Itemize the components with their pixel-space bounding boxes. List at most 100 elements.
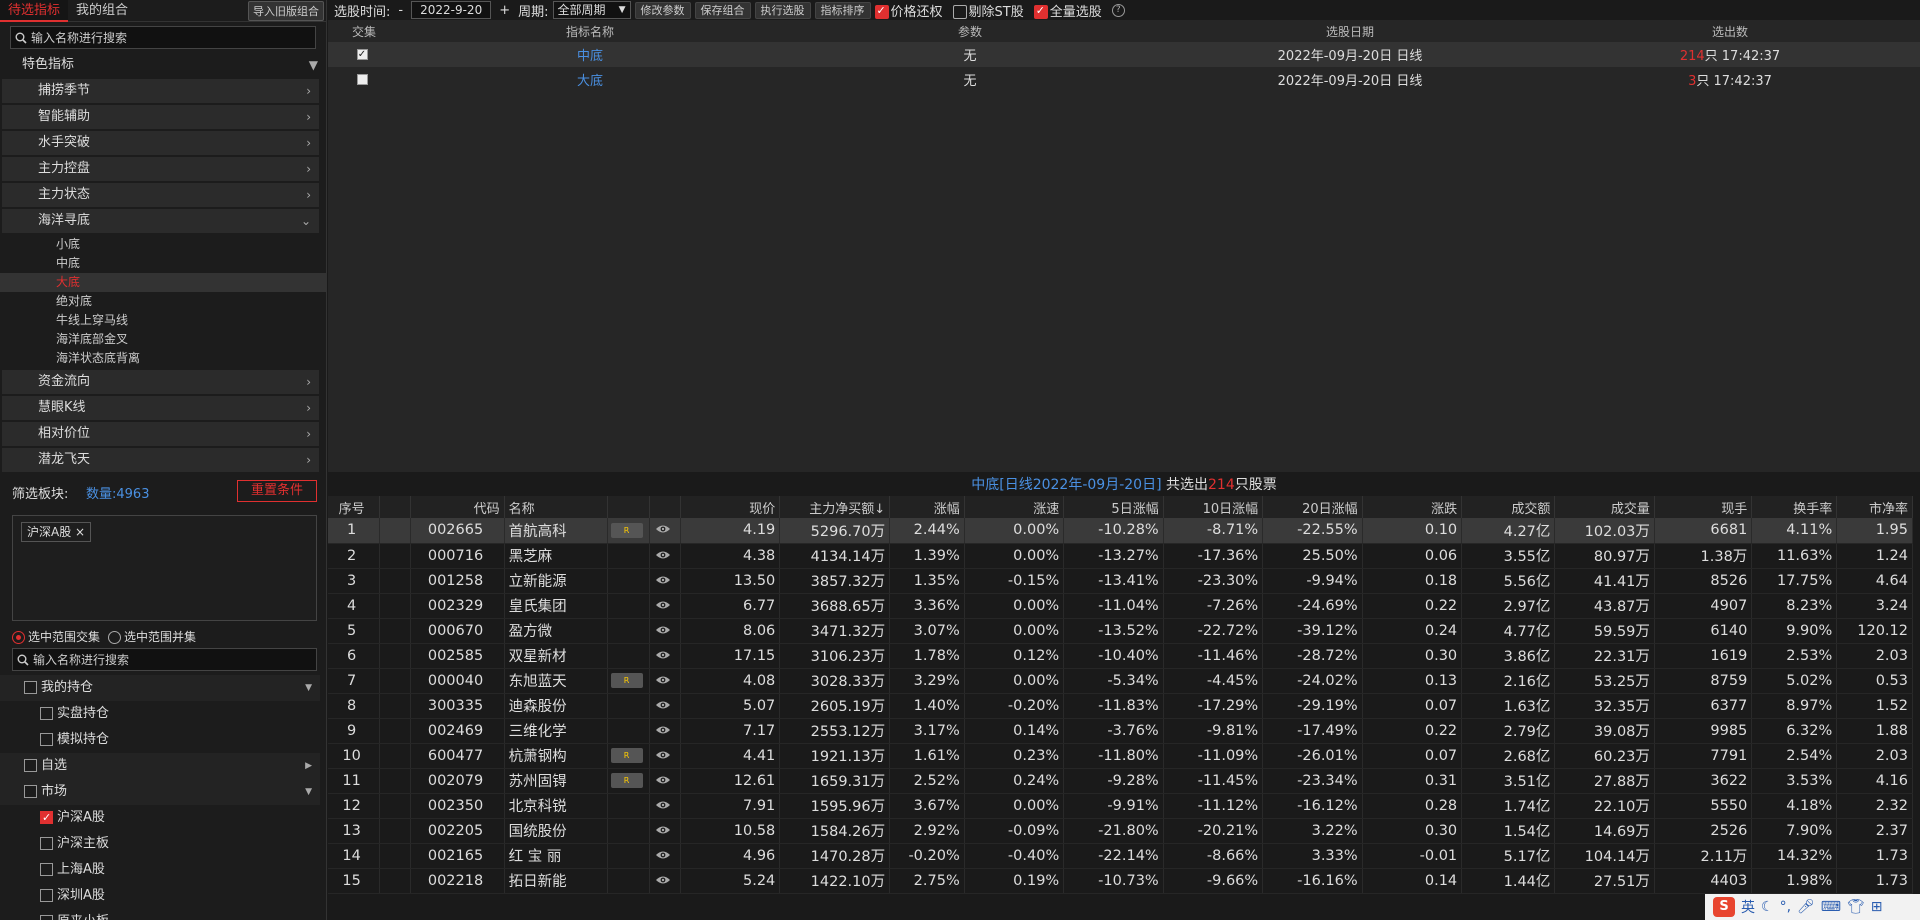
- stock-name[interactable]: 黑芝麻: [504, 543, 609, 569]
- col-header[interactable]: 指标名称: [400, 20, 780, 42]
- table-row[interactable]: 9 002469 三维化学 7.17 2553.12万 3.17% 0.14% -3.76% -…: [328, 718, 1913, 744]
- eye-icon[interactable]: [655, 623, 671, 639]
- checkbox-empty-icon[interactable]: [40, 889, 53, 902]
- tree-item[interactable]: 模拟持仓: [0, 727, 320, 753]
- date-minus-button[interactable]: -: [398, 3, 403, 18]
- checkbox-empty-icon[interactable]: [24, 785, 37, 798]
- table-row[interactable]: 13 002205 国统股份 10.58 1584.26万 2.92% -0.09% -21.…: [328, 818, 1913, 844]
- table-row[interactable]: 5 000670 盈方微 8.06 3471.32万 3.07% 0.00% -13.52% -…: [328, 618, 1913, 644]
- category-item[interactable]: 主力控盘 ›: [2, 157, 319, 181]
- col-header[interactable]: 涨速: [964, 496, 1065, 518]
- tree-item[interactable]: 市场 ▼: [0, 779, 320, 805]
- execute-pick-button[interactable]: 执行选股: [754, 1, 811, 19]
- table-row[interactable]: 15 002218 拓日新能 5.24 1422.10万 2.75% 0.19% -10.73…: [328, 868, 1913, 894]
- indicator-row[interactable]: 大底 无 2022年-09月-20日 日线 3只 17:42:37: [328, 67, 1920, 92]
- checkbox-empty-icon[interactable]: [40, 915, 53, 920]
- stock-name[interactable]: 红 宝 丽: [504, 843, 609, 869]
- table-row[interactable]: 1 002665 首航高科 R 4.19 5296.70万 2.44% 0.00% -10.28…: [328, 518, 1913, 544]
- table-row[interactable]: 14 002165 红 宝 丽 4.96 1470.28万 -0.20% -0.40% -22…: [328, 843, 1913, 869]
- moon-icon[interactable]: ☾: [1761, 899, 1774, 915]
- eye-icon[interactable]: [655, 548, 671, 564]
- indicator-row[interactable]: ✓ 中底无 2022年-09月-20日 日线 214只 17:42:37: [328, 42, 1920, 67]
- eye-icon[interactable]: [655, 573, 671, 589]
- stock-name[interactable]: 苏州固锝: [504, 768, 609, 794]
- indicator-subitem[interactable]: 海洋底部金叉: [0, 330, 326, 349]
- checkbox-empty-icon[interactable]: [356, 74, 368, 85]
- table-row[interactable]: 7 000040 东旭蓝天 R 4.08 3028.33万 3.29% 0.00% -5.34%…: [328, 668, 1913, 694]
- tree-item[interactable]: 沪深主板: [0, 831, 320, 857]
- sector-search-input[interactable]: 输入名称进行搜索: [12, 648, 317, 671]
- mic-icon[interactable]: 🎤︎: [1797, 899, 1815, 915]
- indicator-name[interactable]: 中底: [400, 42, 780, 67]
- punct-icon[interactable]: °,: [1780, 899, 1791, 915]
- skin-icon[interactable]: 👕︎: [1847, 899, 1865, 915]
- checkbox-empty-icon[interactable]: [40, 707, 53, 720]
- tab-pending-indicators[interactable]: 待选指标: [0, 0, 69, 22]
- stock-name[interactable]: 北京科锐: [504, 793, 609, 819]
- save-combo-button[interactable]: 保存组合: [694, 1, 751, 19]
- stock-name[interactable]: 杭萧钢构: [504, 743, 609, 769]
- sort-indicators-button[interactable]: 指标排序: [814, 1, 871, 19]
- col-header[interactable]: 20日涨幅: [1262, 496, 1363, 518]
- table-row[interactable]: 11 002079 苏州固锝 R 12.61 1659.31万 2.52% 0.24% -9.2…: [328, 768, 1913, 794]
- table-row[interactable]: 2 000716 黑芝麻 4.38 4134.14万 1.39% 0.00% -13.27% -…: [328, 543, 1913, 569]
- category-item[interactable]: 主力状态 ›: [2, 183, 319, 207]
- col-header[interactable]: 成交额: [1461, 496, 1556, 518]
- sogou-logo-icon[interactable]: S: [1713, 897, 1735, 917]
- full-pick-checkbox[interactable]: 全量选股: [1033, 1, 1102, 20]
- radio-intersect[interactable]: 选中范围交集: [12, 628, 100, 645]
- eye-icon[interactable]: [655, 723, 671, 739]
- grid-icon[interactable]: ⊞: [1871, 899, 1883, 915]
- indicator-search-input[interactable]: 输入名称进行搜索: [10, 26, 316, 49]
- col-header[interactable]: [607, 496, 650, 518]
- tree-item[interactable]: 原来小板: [0, 909, 320, 920]
- category-item[interactable]: 水手突破 ›: [2, 131, 319, 155]
- eye-icon[interactable]: [655, 698, 671, 714]
- col-header[interactable]: 10日涨幅: [1163, 496, 1264, 518]
- eye-icon[interactable]: [655, 598, 671, 614]
- category-item[interactable]: 海洋寻底 ⌄: [2, 209, 319, 233]
- col-header[interactable]: [379, 496, 412, 518]
- col-header[interactable]: 成交量: [1554, 496, 1655, 518]
- edit-params-button[interactable]: 修改参数: [634, 1, 691, 19]
- col-header[interactable]: 交集: [328, 20, 400, 42]
- stock-name[interactable]: 三维化学: [504, 718, 609, 744]
- checkbox-checked-icon[interactable]: ✓: [356, 49, 368, 60]
- category-item[interactable]: 智能辅助 ›: [2, 105, 319, 129]
- table-row[interactable]: 12 002350 北京科锐 7.91 1595.96万 3.67% 0.00% -9.91%…: [328, 793, 1913, 819]
- indicator-subitem[interactable]: 绝对底: [0, 292, 326, 311]
- table-row[interactable]: 10 600477 杭萧钢构 R 4.41 1921.13万 1.61% 0.23% -11.8…: [328, 743, 1913, 769]
- tree-item[interactable]: 我的持仓 ▼: [0, 675, 320, 701]
- tree-item[interactable]: 实盘持仓: [0, 701, 320, 727]
- col-header[interactable]: 名称: [504, 496, 609, 518]
- col-header[interactable]: 涨幅: [889, 496, 965, 518]
- indicator-name[interactable]: 大底: [400, 67, 780, 92]
- price-adjust-checkbox[interactable]: 价格还权: [874, 1, 943, 20]
- table-row[interactable]: 6 002585 双星新材 17.15 3106.23万 1.78% 0.12% -10.40…: [328, 643, 1913, 669]
- stock-name[interactable]: 迪森股份: [504, 693, 609, 719]
- category-item[interactable]: 资金流向 ›: [2, 370, 319, 394]
- checkbox-empty-icon[interactable]: [40, 837, 53, 850]
- eye-icon[interactable]: [655, 748, 671, 764]
- stock-name[interactable]: 国统股份: [504, 818, 609, 844]
- col-header[interactable]: 市净率: [1836, 496, 1913, 518]
- indicator-subitem[interactable]: 大底: [0, 273, 326, 292]
- ime-lang-label[interactable]: 英: [1741, 897, 1755, 917]
- keyboard-icon[interactable]: ⌨: [1821, 899, 1841, 915]
- checkbox-checked-icon[interactable]: [40, 805, 53, 831]
- stock-name[interactable]: 皇氏集团: [504, 593, 609, 619]
- checkbox-empty-icon[interactable]: [24, 759, 37, 772]
- eye-icon[interactable]: [655, 673, 671, 689]
- category-item[interactable]: 慧眼K线 ›: [2, 396, 319, 420]
- checkbox-empty-icon[interactable]: [40, 733, 53, 746]
- table-row[interactable]: 4 002329 皇氏集团 6.77 3688.65万 3.36% 0.00% -11.04%…: [328, 593, 1913, 619]
- col-header[interactable]: 涨跌: [1362, 496, 1463, 518]
- help-icon[interactable]: ?: [1111, 3, 1125, 17]
- col-header[interactable]: 选股日期: [1160, 20, 1540, 42]
- tab-my-combos[interactable]: 我的组合: [68, 0, 136, 22]
- indicator-subitem[interactable]: 小底: [0, 235, 326, 254]
- table-row[interactable]: 3 001258 立新能源 13.50 3857.32万 1.35% -0.15% -13.4…: [328, 568, 1913, 594]
- stock-name[interactable]: 东旭蓝天: [504, 668, 609, 694]
- eye-icon[interactable]: [655, 848, 671, 864]
- reset-conditions-button[interactable]: 重置条件: [237, 480, 317, 502]
